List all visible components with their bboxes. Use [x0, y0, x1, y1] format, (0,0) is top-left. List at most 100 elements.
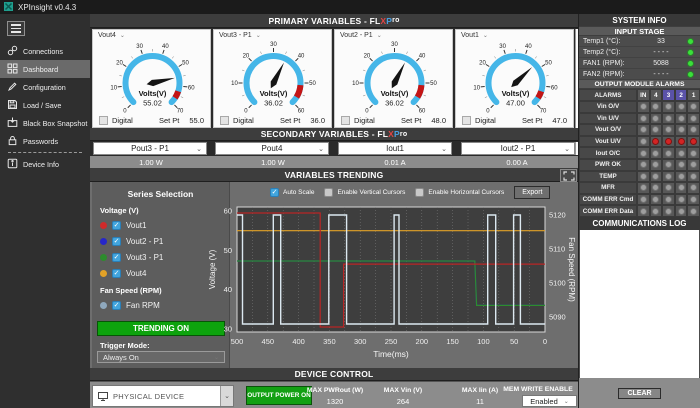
secondary-variables-header: SECONDARY VARIABLES - FLXPro	[90, 128, 578, 141]
alarm-led-gray	[690, 196, 697, 203]
variables-trending-header: VARIABLES TRENDING	[90, 168, 578, 182]
gauge-variable-dropdown[interactable]: Vout3 - P1⌄	[219, 32, 261, 39]
gauge-value: 47.00	[506, 99, 525, 108]
alarm-led-gray	[690, 184, 697, 191]
menu-hamburger-button[interactable]	[7, 21, 25, 36]
auto-scale-checkbox[interactable]: ✓Auto Scale	[270, 188, 314, 197]
configuration-icon	[7, 81, 18, 94]
digital-label: Digital	[112, 116, 133, 125]
metric-1: MAX PWRout (W)1320	[300, 387, 370, 406]
series-color-dot	[100, 238, 107, 245]
alarm-led-gray	[678, 196, 685, 203]
svg-text:50: 50	[545, 60, 552, 66]
alarm-led-gray	[690, 208, 697, 215]
expand-chart-button[interactable]	[560, 169, 577, 182]
sidebar-item-passwords[interactable]: Passwords	[0, 132, 90, 150]
series-color-dot	[100, 270, 107, 277]
alarm-led-gray	[640, 196, 647, 203]
alarm-row: COMM ERR Cmd	[579, 194, 700, 206]
svg-text:50: 50	[430, 81, 437, 87]
chevron-down-icon: ⌄	[377, 32, 382, 39]
gauge-needle	[147, 78, 175, 86]
variables-trending-title: VARIABLES TRENDING	[285, 170, 384, 180]
svg-text:50: 50	[510, 337, 518, 346]
series-checkbox[interactable]: ✓	[112, 269, 121, 278]
series-label: Vout3 - P1	[126, 253, 163, 262]
alarm-led-gray	[665, 115, 672, 122]
mem-write-dropdown[interactable]: Enabled ⌄	[522, 395, 577, 407]
gauge-dial: 010203040506070Volts(V)47.00	[456, 41, 575, 115]
alarm-led-gray	[665, 184, 672, 191]
setpt-value: 36.0	[310, 116, 325, 125]
sidebar-item-device-info[interactable]: Device Info	[0, 155, 90, 173]
horizontal-cursors-checkbox[interactable]: Enable Horizontal Cursors	[415, 188, 504, 197]
svg-text:150: 150	[446, 337, 459, 346]
checkbox-icon	[415, 188, 424, 197]
clear-button[interactable]: CLEAR	[618, 388, 660, 399]
input-stage-value: - - - -	[635, 71, 687, 78]
digital-checkbox[interactable]	[341, 116, 350, 125]
secondary-variable-dropdown-2[interactable]: Pout4⌄	[215, 142, 329, 155]
secondary-variable-dropdown-1[interactable]: Pout3 - P1⌄	[93, 142, 207, 155]
svg-text:450: 450	[262, 337, 275, 346]
svg-text:10: 10	[110, 85, 117, 91]
alarm-row: Vin O/V	[579, 101, 700, 113]
sidebar-item-label: Passwords	[23, 137, 58, 146]
alarm-led-gray	[665, 103, 672, 110]
input-stage-value: 33	[635, 38, 687, 45]
digital-checkbox[interactable]	[99, 116, 108, 125]
sidebar-item-label: Dashboard	[23, 65, 58, 74]
gauge-card-1: Vout4⌄010203040506070Volts(V)55.02Digita…	[92, 29, 211, 128]
alarm-led-gray	[678, 126, 685, 133]
series-label: Vout4	[126, 269, 146, 278]
chevron-down-icon: ⌄	[196, 145, 202, 153]
svg-text:20: 20	[116, 60, 123, 66]
gauge-variable-dropdown[interactable]: Vout4⌄	[98, 32, 125, 39]
input-stage-value: 5088	[635, 60, 687, 67]
svg-text:5090: 5090	[549, 313, 566, 322]
secondary-variables-title: SECONDARY VARIABLES -	[261, 129, 378, 139]
gauge-value: 36.02	[264, 99, 283, 108]
alarm-led-gray	[665, 173, 672, 180]
alarm-grid-header: ALARMSIN4321	[579, 89, 700, 101]
alarm-column-1: 1	[687, 89, 700, 101]
setpt-value: 55.0	[189, 116, 204, 125]
gauge-dial: 0102030405060Volts(V)36.02	[214, 41, 333, 115]
secondary-variable-dropdown-3[interactable]: Iout1⌄	[338, 142, 452, 155]
sidebar-item-connections[interactable]: Connections	[0, 42, 90, 60]
setpt-label: Set Pt	[159, 116, 179, 125]
alarm-led-gray	[640, 161, 647, 168]
passwords-icon	[7, 135, 18, 148]
secondary-variable-dropdown-4[interactable]: Iout2 - P1⌄	[461, 142, 575, 155]
series-label: Vout2 - P1	[126, 237, 163, 246]
gauge-needle	[392, 63, 405, 89]
series-checkbox[interactable]: ✓	[112, 253, 121, 262]
gauge-dial: 0102030405060Volts(V)36.02	[335, 41, 454, 115]
series-checkbox[interactable]: ✓	[112, 237, 121, 246]
gauge-variable-dropdown[interactable]: Vout2 - P1⌄	[340, 32, 382, 39]
alarm-led-gray	[652, 126, 659, 133]
sidebar-item-label: Connections	[23, 47, 63, 56]
alarm-led-gray	[678, 161, 685, 168]
alarm-led-gray	[652, 196, 659, 203]
sidebar-item-dashboard[interactable]: Dashboard	[0, 60, 90, 78]
svg-text:350: 350	[323, 337, 336, 346]
series-checkbox[interactable]: ✓	[112, 221, 121, 230]
input-stage-row: Temp1 (°C):33	[579, 36, 700, 47]
alarm-row: Vout O/V	[579, 124, 700, 136]
communications-log	[580, 230, 699, 378]
digital-checkbox[interactable]	[220, 116, 229, 125]
vertical-cursors-checkbox[interactable]: Enable Vertical Cursors	[324, 188, 405, 197]
series-checkbox[interactable]: ✓	[112, 301, 121, 310]
gauge-variable-dropdown[interactable]: Vout1⌄	[461, 32, 488, 39]
gauge-footer: Digital Set Pt 55.0	[93, 114, 210, 126]
alarm-led-gray	[640, 115, 647, 122]
alarm-led-gray	[640, 173, 647, 180]
export-button[interactable]: Export	[514, 186, 550, 199]
metric-label: MAX PWRout (W)	[300, 387, 370, 394]
device-selector-dropdown[interactable]: PHYSICAL DEVICE ⌄	[92, 385, 234, 407]
digital-checkbox[interactable]	[462, 116, 471, 125]
sidebar-item-black-box-snapshot[interactable]: Black Box Snapshot	[0, 114, 90, 132]
sidebar-item-load-save[interactable]: Load / Save	[0, 96, 90, 114]
sidebar-item-configuration[interactable]: Configuration	[0, 78, 90, 96]
